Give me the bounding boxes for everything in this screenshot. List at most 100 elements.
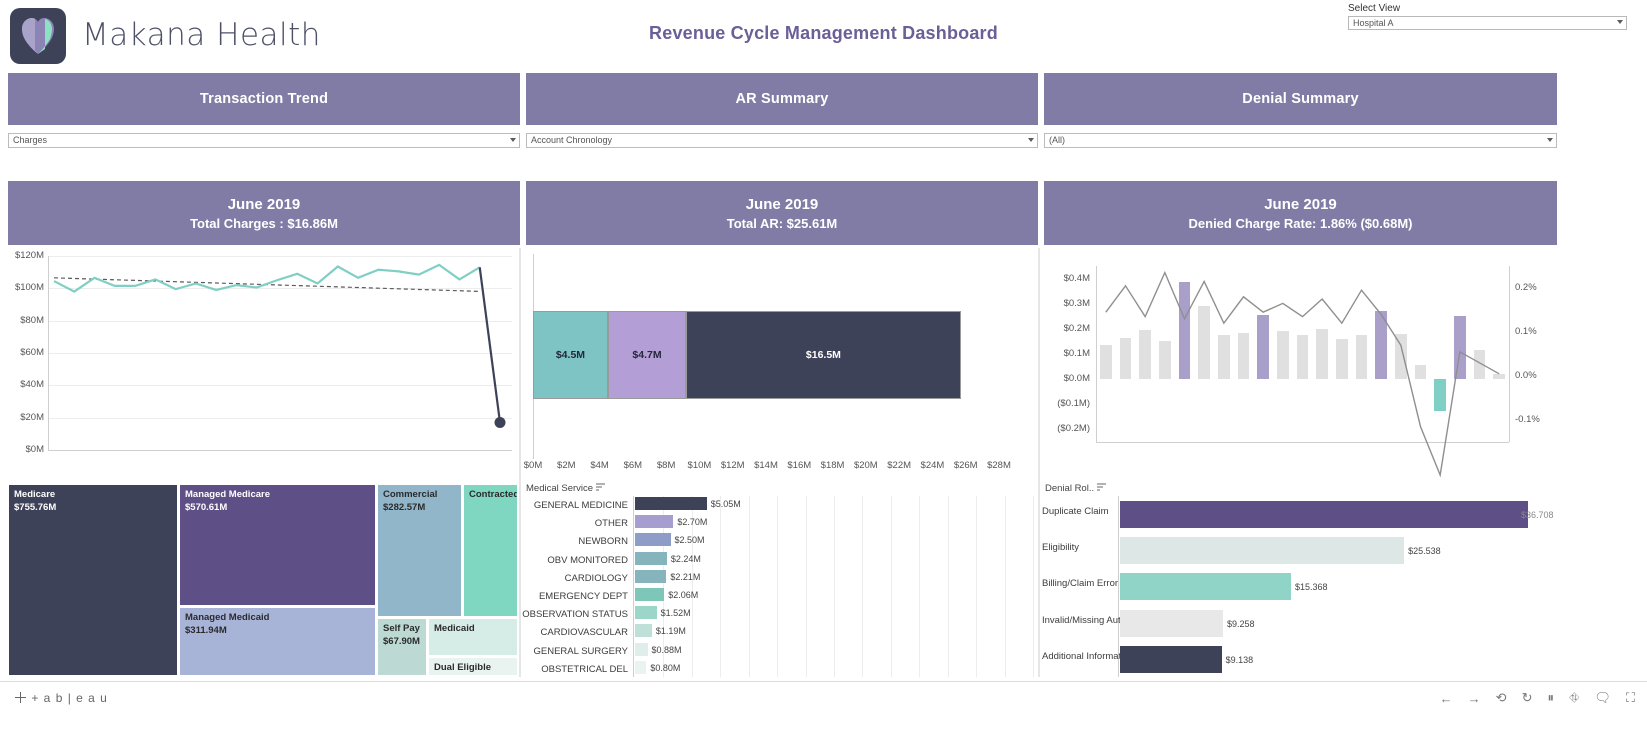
refresh-icon[interactable]: ↻ <box>1522 690 1533 706</box>
medical-service-bar-value: $1.19M <box>655 626 686 637</box>
treemap-cell[interactable]: Medicare $755.76M <box>8 484 178 676</box>
denial-bar[interactable] <box>1316 328 1328 380</box>
y-axis-left-tick-label: ($0.2M) <box>1057 423 1090 435</box>
denial-reason-chart[interactable]: Denial Rol.. Duplicate Claim $36.708 Eligib… <box>1040 481 1567 677</box>
denial-bar[interactable] <box>1139 330 1151 380</box>
select-view-label: Select View <box>1348 3 1401 14</box>
denial-bar[interactable] <box>1198 306 1210 380</box>
denial-bar[interactable] <box>1473 350 1486 380</box>
x-axis-tick-label: $6M <box>623 460 643 471</box>
x-axis-tick-label: $14M <box>754 460 778 471</box>
denial-reason-axis-title: Denial Rol.. <box>1045 483 1107 494</box>
ar-segment[interactable]: $4.5M <box>533 311 608 399</box>
treemap-cell[interactable]: Managed Medicare $570.61M <box>179 484 376 606</box>
medical-service-bar[interactable] <box>635 497 707 510</box>
share-icon[interactable]: ⛗ <box>1569 690 1579 706</box>
x-axis-tick-label: $20M <box>853 460 878 471</box>
medical-service-bar[interactable] <box>635 569 667 583</box>
fullscreen-icon[interactable]: ⛶ <box>1626 690 1635 706</box>
treemap-cell[interactable]: Commercial $282.57M <box>377 484 462 617</box>
gridline <box>1004 496 1006 677</box>
treemap-cell-label: Medicaid <box>434 623 475 634</box>
denial-bar[interactable] <box>1119 337 1132 380</box>
denial-reason-bar-value: $36.708 <box>1521 510 1554 520</box>
denial-bar[interactable] <box>1336 338 1348 380</box>
medical-service-bar[interactable] <box>635 642 648 656</box>
denial-bar[interactable] <box>1237 332 1250 380</box>
filter-transaction-trend[interactable]: Charges <box>8 133 520 148</box>
y-axis-right-line <box>1509 266 1510 442</box>
denial-bar[interactable] <box>1454 316 1466 380</box>
denial-bar[interactable] <box>1375 311 1387 380</box>
medical-service-bar-value: $2.70M <box>677 517 708 528</box>
denial-bar[interactable] <box>1434 379 1446 411</box>
medical-service-bar[interactable] <box>635 588 665 601</box>
denial-reason-bar[interactable] <box>1120 501 1529 528</box>
denial-bar[interactable] <box>1277 331 1289 380</box>
treemap-cell[interactable]: Dual Eligible <box>428 657 518 676</box>
sort-icon[interactable] <box>1097 483 1107 494</box>
denial-reason-bar-value: $9.258 <box>1226 618 1255 629</box>
medical-service-row-label: EMERGENCY DEPT <box>538 591 628 602</box>
denial-reason-bar[interactable] <box>1120 609 1223 637</box>
denial-bar[interactable] <box>1355 335 1368 380</box>
tableau-wordmark: + a b | e a u <box>31 691 108 705</box>
filter-denial-summary[interactable]: (All) <box>1044 133 1557 148</box>
denial-bar[interactable] <box>1257 315 1269 380</box>
transaction-trend-chart[interactable]: $120M $100M $80M $60M $40M $20M $0M <box>0 248 520 478</box>
treemap-cell[interactable]: Self Pay $67.90M <box>377 618 427 676</box>
medical-service-bar[interactable] <box>635 624 652 638</box>
chevron-down-icon[interactable] <box>1617 20 1623 24</box>
ar-summary-chart[interactable]: $0M $2M $4M $6M $8M $10M $12M $14M $16M $18M $20M $… <box>521 248 1039 480</box>
filter-value: Charges <box>13 135 48 145</box>
denial-bar[interactable] <box>1395 333 1407 380</box>
sort-icon[interactable] <box>596 483 606 494</box>
medical-service-bar[interactable] <box>635 533 671 547</box>
gridline <box>862 496 864 677</box>
back-arrow-icon[interactable]: ← <box>1440 691 1453 706</box>
y-axis-right-tick-label: 0.2% <box>1515 282 1537 293</box>
medical-service-bar[interactable] <box>635 551 667 565</box>
filter-value: (All) <box>1049 135 1065 145</box>
medical-service-row-label: OBSTETRICAL DEL <box>541 663 628 675</box>
chevron-down-icon[interactable] <box>510 138 516 142</box>
denial-summary-chart[interactable]: $0.4M $0.3M $0.2M $0.1M $0.0M ($0.1M) ($0.2M) 0… <box>1040 248 1567 480</box>
denial-bar[interactable] <box>1178 282 1191 380</box>
denial-bar[interactable] <box>1100 345 1112 380</box>
forward-arrow-icon[interactable]: → <box>1468 691 1481 706</box>
denial-bar[interactable] <box>1218 335 1230 380</box>
denial-bar[interactable] <box>1159 341 1171 380</box>
denial-reason-bar-value: $9.138 <box>1225 654 1254 665</box>
panel-divider <box>519 248 521 677</box>
denial-reason-row-label: Billing/Claim Error <box>1042 578 1119 590</box>
denial-bar[interactable] <box>1296 335 1309 380</box>
medical-service-chart[interactable]: Medical Service GENERAL MEDICINE $5.05M OTH… <box>521 481 1039 677</box>
chevron-down-icon[interactable] <box>1547 138 1553 142</box>
comment-icon[interactable]: 🗨 <box>1594 690 1611 706</box>
medical-service-bar[interactable] <box>635 660 647 674</box>
y-axis-left-tick-label: $0.2M <box>1063 322 1090 334</box>
medical-service-bar-value: $2.24M <box>670 553 701 564</box>
treemap-cell[interactable]: Managed Medicaid $311.94M <box>179 607 376 676</box>
ar-segment[interactable]: $16.5M <box>686 311 961 399</box>
ar-segment[interactable]: $4.7M <box>607 311 687 399</box>
denial-bar[interactable] <box>1414 365 1427 380</box>
select-view-dropdown[interactable]: Hospital A <box>1348 16 1627 30</box>
denial-reason-bar[interactable] <box>1120 645 1222 673</box>
medical-service-bar[interactable] <box>635 515 674 529</box>
denial-reason-bar[interactable] <box>1120 573 1291 601</box>
chevron-down-icon[interactable] <box>1028 138 1034 142</box>
denial-reason-row-label: Additional Information Re.. <box>1042 650 1154 662</box>
x-axis-tick-label: $8M <box>656 460 676 471</box>
revert-icon[interactable]: ⟲ <box>1496 690 1507 706</box>
ar-segment-label: $16.5M <box>805 349 841 361</box>
medical-service-bar[interactable] <box>635 606 657 620</box>
treemap-cell[interactable]: Medicaid <box>428 618 518 656</box>
pause-icon[interactable]: ⏸ <box>1547 690 1554 706</box>
denial-reason-row-label: Duplicate Claim <box>1042 506 1109 517</box>
denial-reason-bar[interactable] <box>1120 537 1405 565</box>
denial-bar[interactable] <box>1493 374 1505 380</box>
treemap-cell[interactable]: Contracted <box>463 484 518 617</box>
payer-treemap[interactable]: Medicare $755.76M Managed Medicare $570.61M… <box>8 484 518 676</box>
filter-ar-summary[interactable]: Account Chronology <box>526 133 1038 148</box>
